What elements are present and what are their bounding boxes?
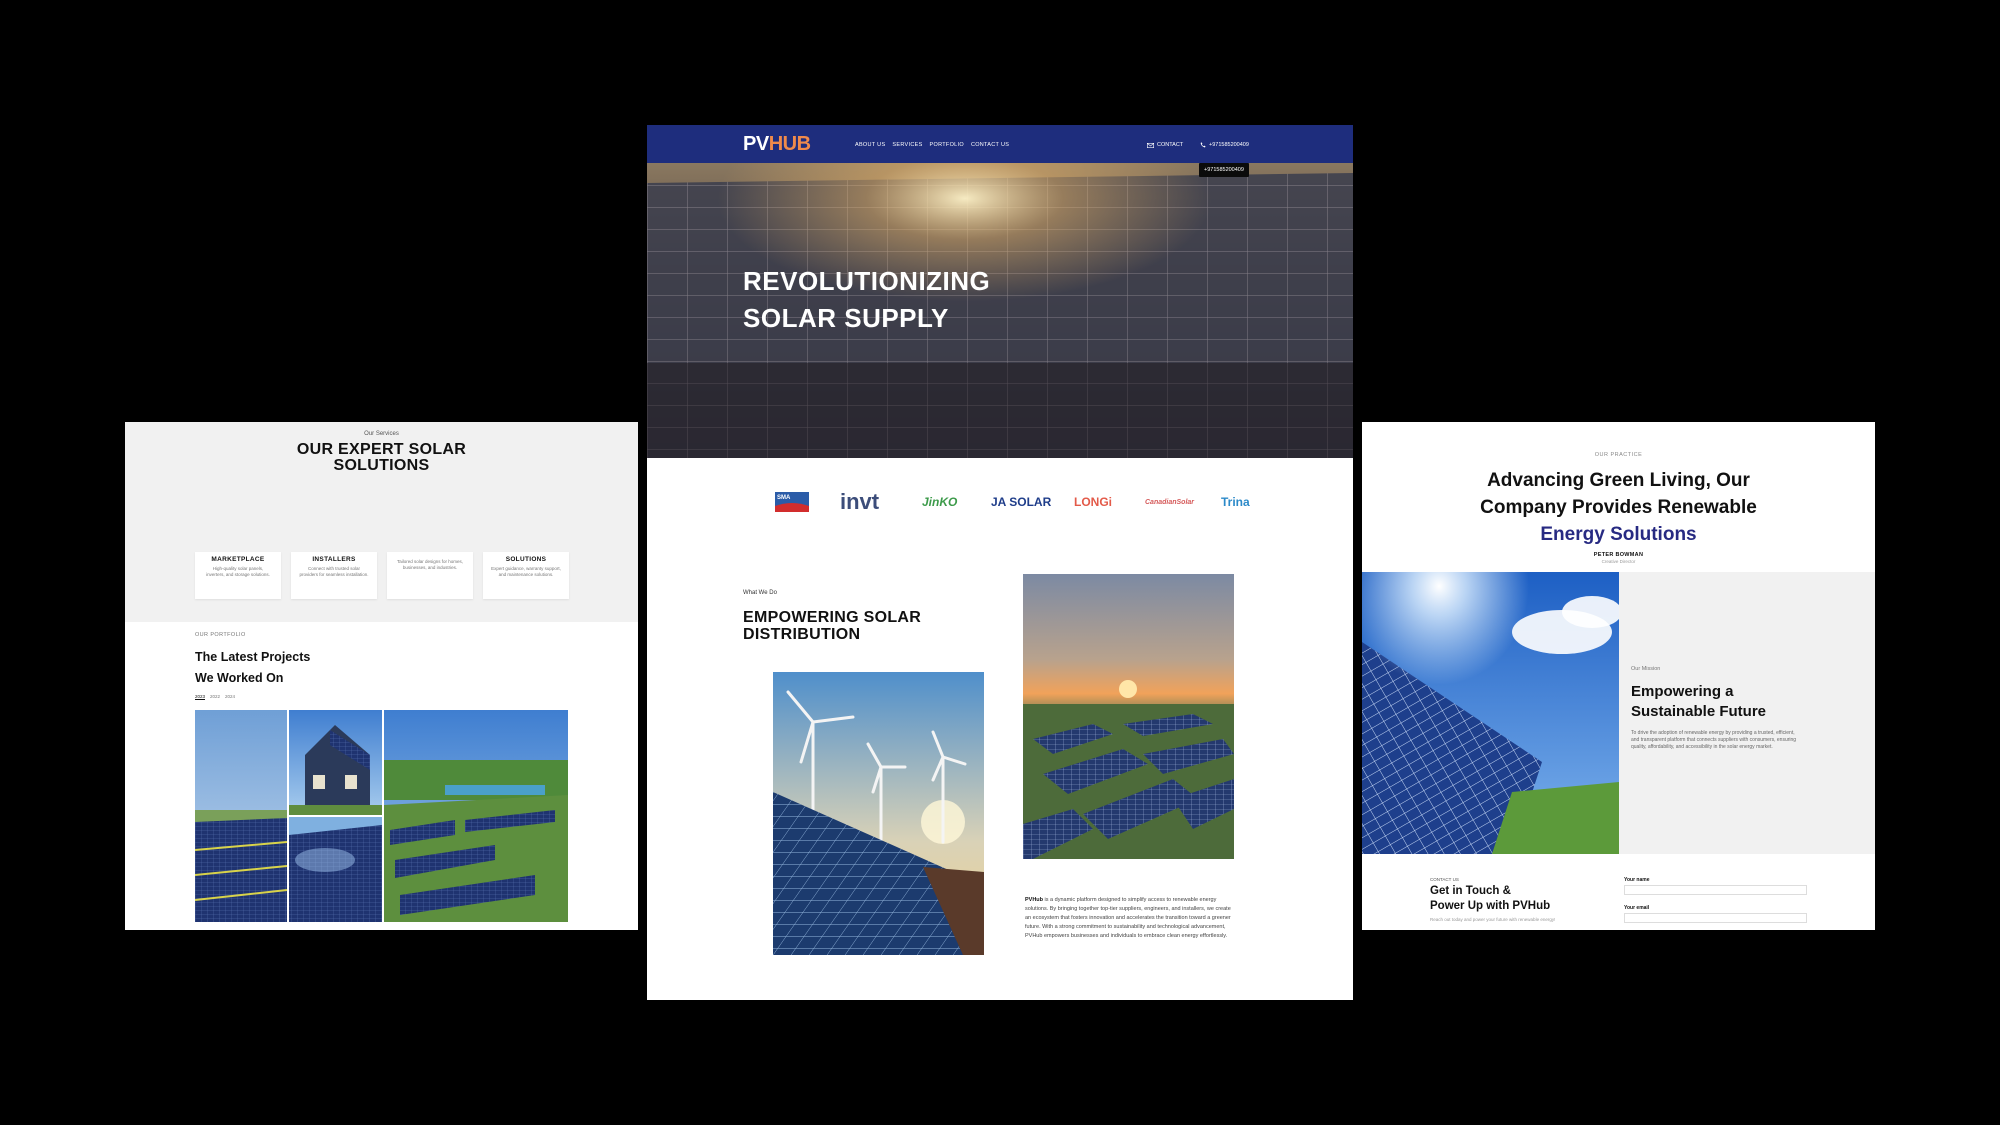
pvhub-logo[interactable]: PVHUB <box>743 133 811 156</box>
contact-label: CONTACT <box>1157 142 1184 148</box>
project-image-rooftop[interactable] <box>289 817 382 922</box>
top-navbar: PVHUB ABOUT US SERVICES PORTFOLIO CONTAC… <box>647 125 1353 163</box>
brand-sma: SMA <box>775 487 809 517</box>
brand-invt: invt <box>840 489 880 514</box>
email-input[interactable] <box>1624 913 1807 923</box>
paragraph-brand: PVHub <box>1025 897 1044 903</box>
brand-jasolar: JA SOLAR <box>991 495 1052 509</box>
year-tab[interactable]: 2023 <box>195 694 206 700</box>
name-input[interactable] <box>1624 885 1807 895</box>
portfolio-eyebrow: OUR PORTFOLIO <box>195 632 246 638</box>
service-card-design[interactable]: Tailored solar designs for homes, busine… <box>387 552 473 599</box>
mission-section: Our Mission Empowering a Sustainable Fut… <box>1619 572 1875 854</box>
project-image-solar-field[interactable] <box>195 710 288 922</box>
mission-title-line2: Sustainable Future <box>1631 703 1767 720</box>
card-desc: Expert guidance, warranty support, and m… <box>491 566 561 577</box>
services-title-line1: OUR EXPERT SOLAR <box>296 441 467 458</box>
author-name: PETER BOWMAN <box>1593 552 1644 558</box>
portfolio-section: OUR PORTFOLIO The Latest Projects We Wor… <box>125 622 638 930</box>
year-tab[interactable]: 2022 <box>210 694 220 700</box>
contact-link[interactable]: CONTACT <box>1147 142 1183 148</box>
service-card-solutions[interactable]: SOLUTIONS Expert guidance, warranty supp… <box>483 552 569 599</box>
what-we-do-eyebrow: What We Do <box>743 590 777 596</box>
brand-sma-text: SMA <box>777 494 791 501</box>
service-card-marketplace[interactable]: MARKETPLACE High-quality solar panels, i… <box>195 552 281 599</box>
phone-link[interactable]: +971585200409 <box>1200 142 1249 148</box>
about-paragraph: PVHub is a dynamic platform designed to … <box>1025 896 1235 941</box>
hero-section: REVOLUTIONIZING SOLAR SUPPLY <box>647 163 1353 458</box>
about-contact-page: OUR PRACTICE Advancing Green Living, Our… <box>1362 422 1875 930</box>
card-title: MARKETPLACE <box>211 556 265 563</box>
project-gallery <box>195 710 568 922</box>
logo-pv: PV <box>743 133 769 155</box>
mission-title: Empowering a Sustainable Future <box>1631 682 1831 722</box>
card-desc: High-quality solar panels, inverters, an… <box>206 566 270 577</box>
partner-logos: SMA invt JinKO JA SOLAR LONGi CanadianSo… <box>647 487 1353 517</box>
hero-line1: REVOLUTIONIZING <box>743 266 991 296</box>
portfolio-title-line1: The Latest Projects <box>195 650 311 664</box>
nav-contact-us[interactable]: CONTACT US <box>971 142 1009 148</box>
project-image-landscape[interactable] <box>384 710 568 922</box>
mission-text: To drive the adoption of renewable energ… <box>1631 730 1797 750</box>
contact-title: Get in Touch & Power Up with PVHub <box>1430 884 1590 914</box>
year-tab[interactable]: 2024 <box>225 694 235 700</box>
logo-hub: HUB <box>768 133 811 155</box>
hero-heading: REVOLUTIONIZING SOLAR SUPPLY <box>743 263 990 337</box>
nav-services[interactable]: SERVICES <box>892 142 922 148</box>
brand-jinko: JinKO <box>922 495 958 509</box>
portfolio-title: The Latest Projects We Worked On <box>195 647 355 689</box>
contact-title-line1: Get in Touch & <box>1430 885 1511 897</box>
solar-panel-sun-image <box>1362 572 1619 854</box>
section-title-line1: EMPOWERING SOLAR <box>743 609 922 626</box>
mail-icon <box>1147 142 1154 148</box>
practice-title-line1: Advancing Green Living, Our <box>1487 470 1750 491</box>
sunset-solar-farm-image <box>1023 574 1234 859</box>
practice-title-line2: Company Provides Renewable <box>1480 497 1757 518</box>
contact-eyebrow: CONTACT US <box>1430 877 1459 882</box>
nav-portfolio[interactable]: PORTFOLIO <box>930 142 964 148</box>
name-field-label: Your name <box>1624 877 1650 883</box>
services-eyebrow: Our Services <box>364 431 399 437</box>
services-title: OUR EXPERT SOLAR SOLUTIONS <box>125 442 638 474</box>
portfolio-title-line2: We Worked On <box>195 671 284 685</box>
contact-title-line2: Power Up with PVHub <box>1430 900 1551 912</box>
service-cards: MARKETPLACE High-quality solar panels, i… <box>195 552 569 599</box>
card-title: SOLUTIONS <box>505 556 547 563</box>
card-desc: Tailored solar designs for homes, busine… <box>396 559 464 570</box>
project-image-house[interactable] <box>289 710 382 815</box>
phone-icon <box>1200 142 1206 148</box>
main-menu: ABOUT US SERVICES PORTFOLIO CONTACT US <box>855 142 1009 148</box>
services-portfolio-page: Our Services OUR EXPERT SOLAR SOLUTIONS … <box>125 422 638 930</box>
paragraph-text: is a dynamic platform designed to simpli… <box>1025 897 1231 939</box>
services-section: Our Services OUR EXPERT SOLAR SOLUTIONS … <box>125 422 638 622</box>
wind-solar-image <box>773 672 984 955</box>
nav-about-us[interactable]: ABOUT US <box>855 142 885 148</box>
author-role: Creative Director <box>1601 559 1636 564</box>
email-field-label: Your email <box>1624 905 1650 911</box>
section-title: EMPOWERING SOLAR DISTRIBUTION <box>743 609 943 643</box>
practice-title: Advancing Green Living, Our Company Prov… <box>1362 467 1875 548</box>
card-title: INSTALLERS <box>312 556 356 563</box>
services-title-line2: SOLUTIONS <box>333 457 430 474</box>
card-desc: Connect with trusted solar providers for… <box>299 566 369 577</box>
practice-title-accent: Energy Solutions <box>1540 524 1697 545</box>
hero-line2: SOLAR SUPPLY <box>743 303 949 333</box>
mission-title-line1: Empowering a <box>1631 683 1734 700</box>
home-page: PVHUB ABOUT US SERVICES PORTFOLIO CONTAC… <box>647 125 1353 1000</box>
phone-number: +971585200409 <box>1209 142 1249 148</box>
practice-eyebrow: OUR PRACTICE <box>1594 452 1643 458</box>
service-card-installers[interactable]: INSTALLERS Connect with trusted solar pr… <box>291 552 377 599</box>
phone-tooltip: +971585200409 <box>1199 163 1249 177</box>
mission-eyebrow: Our Mission <box>1631 666 1661 672</box>
section-title-line2: DISTRIBUTION <box>743 626 861 643</box>
brand-trina: Trina <box>1221 495 1250 509</box>
brand-canadian-solar: CanadianSolar <box>1145 498 1195 506</box>
contact-subtitle: Reach out today and power your future wi… <box>1430 917 1556 922</box>
year-filter: 2023 2022 2024 <box>195 694 235 700</box>
brand-longi: LONGi <box>1074 495 1112 509</box>
